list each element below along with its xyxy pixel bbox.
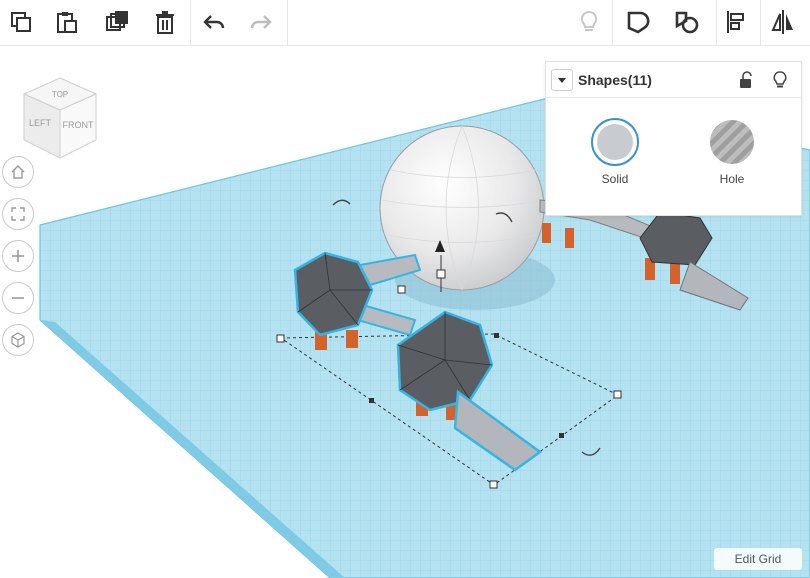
toolbar [0, 0, 810, 46]
zoom-in-button[interactable] [2, 240, 34, 272]
edit-grid-button[interactable]: Edit Grid [714, 548, 802, 570]
shapes-panel-title: Shapes(11) [578, 72, 652, 88]
panel-collapse-button[interactable] [551, 69, 573, 91]
copy-button[interactable] [2, 3, 40, 41]
ungroup-button[interactable] [667, 3, 705, 41]
perspective-button[interactable] [2, 324, 34, 356]
mirror-button[interactable] [764, 3, 802, 41]
light-bulb-button[interactable] [570, 3, 608, 41]
lock-button[interactable] [736, 70, 756, 90]
home-view-button[interactable] [2, 156, 34, 188]
home-view-icon [11, 165, 25, 179]
toolbar-divider [287, 0, 288, 46]
solid-color-fill [597, 124, 633, 160]
resize-handle[interactable] [489, 480, 498, 489]
solid-swatch[interactable] [591, 118, 639, 166]
perspective-icon [11, 332, 25, 348]
light-bulb-icon [580, 10, 598, 31]
duplicate-button[interactable] [98, 3, 136, 41]
delete-icon [156, 11, 174, 34]
align-button[interactable] [717, 3, 755, 41]
copy-icon [11, 12, 31, 32]
zoom-in-icon [12, 250, 24, 262]
panel-light-bulb-button[interactable] [770, 70, 790, 90]
toolbar-divider [190, 0, 191, 46]
chevron-down-icon [558, 78, 566, 83]
paste-icon [57, 12, 77, 33]
light-bulb-icon [773, 71, 787, 88]
resize-handle[interactable] [276, 334, 285, 343]
viewcube-top-label: TOP [52, 90, 68, 99]
resize-handle[interactable] [613, 390, 622, 399]
unlock-icon [740, 71, 752, 88]
redo-button[interactable] [242, 3, 280, 41]
undo-icon [203, 15, 225, 29]
group-button[interactable] [619, 3, 657, 41]
shapes-panel: Shapes(11) Solid Hole [545, 61, 802, 216]
zoom-out-button[interactable] [2, 282, 34, 314]
redo-icon [250, 15, 272, 29]
paste-button[interactable] [48, 3, 86, 41]
toolbar-divider [612, 0, 613, 46]
fit-view-icon [11, 207, 25, 221]
fit-view-button[interactable] [2, 198, 34, 230]
shape-group-icon [627, 11, 650, 34]
view-cube[interactable]: TOP LEFT FRONT [18, 74, 102, 164]
hole-label: Hole [719, 172, 745, 186]
viewcube-left-label: LEFT [29, 118, 52, 128]
hole-swatch[interactable] [708, 118, 756, 166]
resize-handle[interactable] [397, 285, 406, 294]
mirror-icon [771, 10, 793, 34]
undo-button[interactable] [195, 3, 233, 41]
solid-label: Solid [601, 172, 629, 186]
toolbar-divider [760, 0, 761, 46]
viewcube-front-label: FRONT [63, 120, 94, 130]
shapes-panel-header: Shapes(11) [546, 62, 801, 98]
duplicate-icon [106, 11, 128, 31]
delete-button[interactable] [146, 3, 184, 41]
zoom-out-icon [12, 297, 24, 299]
align-icon [727, 11, 744, 33]
shape-ungroup-icon [675, 11, 699, 34]
